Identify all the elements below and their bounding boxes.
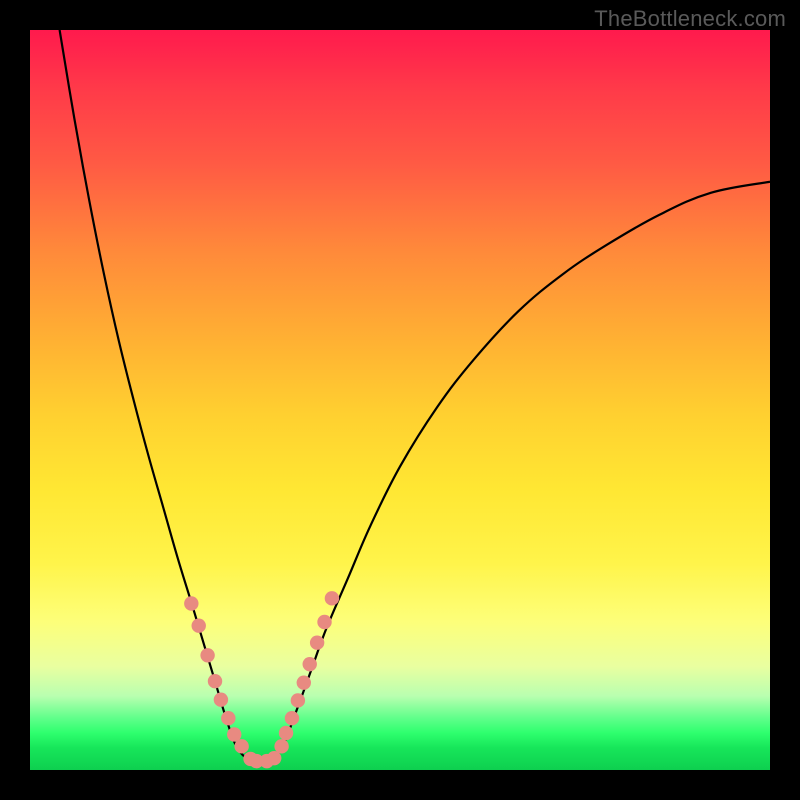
watermark-text: TheBottleneck.com [594,6,786,32]
data-marker [192,619,206,633]
bottleneck-curve [60,30,770,763]
data-marker [297,675,311,689]
plot-area [30,30,770,770]
data-marker [325,591,339,605]
data-marker [184,596,198,610]
data-marker [285,711,299,725]
data-marker [221,711,235,725]
data-marker [303,657,317,671]
data-marker [200,648,214,662]
data-marker [234,739,248,753]
chart-frame: TheBottleneck.com [0,0,800,800]
data-marker [274,739,288,753]
data-markers-group [184,591,339,768]
data-marker [310,636,324,650]
data-marker [279,726,293,740]
data-marker [214,693,228,707]
data-marker [291,693,305,707]
chart-svg [30,30,770,770]
curve-group [60,30,770,763]
data-marker [208,674,222,688]
data-marker [317,615,331,629]
